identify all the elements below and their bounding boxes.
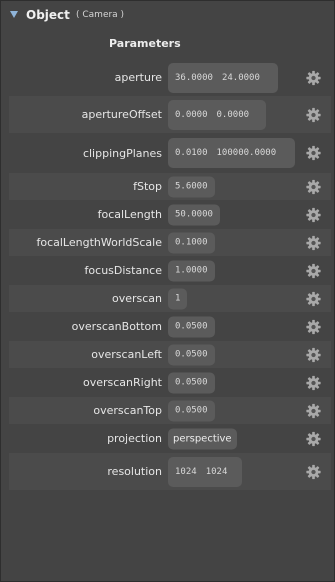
gear-icon[interactable] bbox=[306, 235, 321, 250]
parameter-value[interactable]: 0.0500 bbox=[175, 322, 208, 332]
parameter-label: focalLengthWorldScale bbox=[36, 236, 162, 249]
parameter-value-field[interactable]: 0.0500 bbox=[168, 316, 215, 337]
parameter-label: overscanRight bbox=[83, 376, 162, 389]
gear-icon[interactable] bbox=[306, 70, 321, 85]
parameter-value[interactable]: 0.0500 bbox=[175, 406, 208, 416]
parameter-value-field[interactable]: 0.0500 bbox=[168, 344, 215, 365]
parameter-row: focalLength 50.0000 bbox=[9, 201, 331, 228]
projection-dropdown[interactable]: perspective bbox=[168, 428, 237, 449]
section-label-parameters: Parameters bbox=[109, 37, 181, 50]
gear-icon[interactable] bbox=[306, 347, 321, 362]
parameter-value-field[interactable]: 0.0500 bbox=[168, 372, 215, 393]
parameter-label: projection bbox=[107, 432, 162, 445]
parameter-value[interactable]: 0.1000 bbox=[175, 238, 208, 248]
parameter-value[interactable]: 1 bbox=[175, 294, 180, 304]
parameter-row: projection perspective bbox=[9, 425, 331, 452]
parameter-label: overscanBottom bbox=[71, 320, 162, 333]
parameter-value[interactable]: 0.0000 bbox=[217, 110, 250, 120]
panel-subtitle: ( Camera ) bbox=[76, 10, 125, 20]
parameter-label: overscan bbox=[111, 292, 162, 305]
gear-icon[interactable] bbox=[306, 179, 321, 194]
parameter-row: overscanTop 0.0500 bbox=[9, 397, 331, 424]
parameter-row: clippingPlanes 0.0100 100000.0000 bbox=[9, 137, 331, 169]
parameter-value-field[interactable]: 5.6000 bbox=[168, 176, 215, 197]
parameter-value[interactable]: 50.0000 bbox=[175, 210, 213, 220]
parameter-value[interactable]: 100000.0000 bbox=[217, 148, 277, 158]
parameter-value[interactable]: 0.0500 bbox=[175, 350, 208, 360]
gear-icon[interactable] bbox=[306, 464, 321, 479]
parameter-value[interactable]: 0.0500 bbox=[175, 378, 208, 388]
gear-icon[interactable] bbox=[306, 207, 321, 222]
parameter-label: aperture bbox=[114, 71, 162, 84]
parameter-label: clippingPlanes bbox=[82, 146, 162, 160]
parameter-value-field[interactable]: 0.0000 0.0000 bbox=[168, 99, 266, 130]
parameter-row: resolution 1024 1024 bbox=[9, 453, 331, 490]
parameter-label: apertureOffset bbox=[81, 108, 162, 121]
parameter-row: fStop 5.6000 bbox=[9, 173, 331, 200]
parameter-value-field[interactable]: 0.0100 100000.0000 bbox=[168, 138, 295, 168]
parameter-label: overscanLeft bbox=[91, 348, 162, 361]
parameter-value[interactable]: 24.0000 bbox=[222, 73, 260, 83]
object-panel: Object ( Camera ) Parameters aperture 36.… bbox=[0, 0, 335, 582]
parameter-value[interactable]: 0.0000 bbox=[175, 110, 208, 120]
parameter-value[interactable]: 36.0000 bbox=[175, 73, 213, 83]
parameter-value[interactable]: 1024 bbox=[206, 467, 228, 477]
parameter-label: overscanTop bbox=[93, 404, 162, 417]
parameter-value[interactable]: 5.6000 bbox=[175, 182, 208, 192]
parameter-label: focalLength bbox=[97, 208, 162, 221]
parameter-row: overscanRight 0.0500 bbox=[9, 369, 331, 396]
parameter-value[interactable]: perspective bbox=[173, 433, 232, 444]
parameter-value-field[interactable]: 36.0000 24.0000 bbox=[168, 62, 278, 93]
parameter-row: focalLengthWorldScale 0.1000 bbox=[9, 229, 331, 256]
parameter-value-field[interactable]: 50.0000 bbox=[168, 204, 220, 225]
parameter-row: focusDistance 1.0000 bbox=[9, 257, 331, 284]
gear-icon[interactable] bbox=[306, 107, 321, 122]
parameter-row: overscan 1 bbox=[9, 285, 331, 312]
parameter-value[interactable]: 1024 bbox=[175, 467, 197, 477]
parameter-label: fStop bbox=[133, 180, 162, 193]
gear-icon[interactable] bbox=[306, 263, 321, 278]
parameter-label: focusDistance bbox=[84, 264, 162, 277]
parameter-row: overscanBottom 0.0500 bbox=[9, 313, 331, 340]
gear-icon[interactable] bbox=[306, 403, 321, 418]
parameter-label: resolution bbox=[107, 465, 162, 478]
gear-icon[interactable] bbox=[306, 319, 321, 334]
parameter-value-field[interactable]: 1024 1024 bbox=[168, 456, 242, 487]
gear-icon[interactable] bbox=[306, 291, 321, 306]
parameter-row: apertureOffset 0.0000 0.0000 bbox=[9, 96, 331, 133]
gear-icon[interactable] bbox=[306, 431, 321, 446]
parameter-value-field[interactable]: 1 bbox=[168, 288, 188, 309]
parameter-row: overscanLeft 0.0500 bbox=[9, 341, 331, 368]
parameter-value-field[interactable]: 1.0000 bbox=[168, 260, 215, 281]
collapse-triangle-icon[interactable] bbox=[10, 11, 18, 18]
parameter-value-field[interactable]: 0.0500 bbox=[168, 400, 215, 421]
gear-icon[interactable] bbox=[306, 145, 321, 161]
panel-title: Object bbox=[26, 8, 70, 22]
parameter-value[interactable]: 0.0100 bbox=[175, 148, 208, 158]
parameter-value-field[interactable]: 0.1000 bbox=[168, 232, 215, 253]
parameter-value[interactable]: 1.0000 bbox=[175, 266, 208, 276]
parameter-row: aperture 36.0000 24.0000 bbox=[9, 62, 331, 93]
gear-icon[interactable] bbox=[306, 375, 321, 390]
panel-header[interactable]: Object ( Camera ) bbox=[1, 1, 334, 31]
